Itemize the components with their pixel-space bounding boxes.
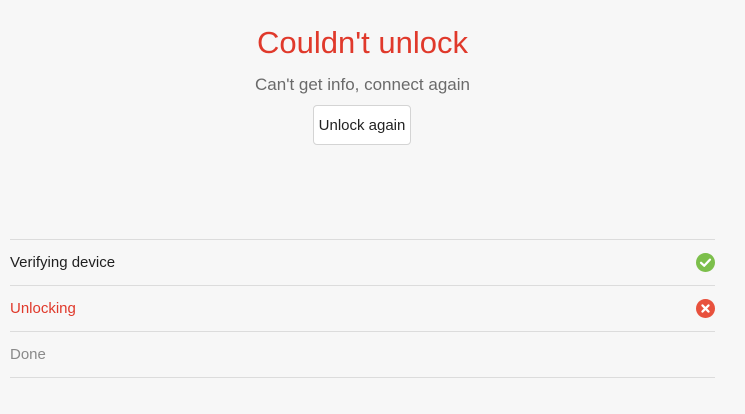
step-unlocking: Unlocking: [10, 286, 715, 332]
error-circle-icon: [696, 299, 715, 318]
step-verifying-device: Verifying device: [10, 240, 715, 286]
unlock-again-button[interactable]: Unlock again: [313, 105, 411, 145]
step-label: Done: [10, 346, 46, 363]
step-label: Verifying device: [10, 254, 116, 271]
step-label: Unlocking: [10, 300, 76, 317]
check-circle-icon: [696, 253, 715, 272]
error-message: Can't get info, connect again: [255, 75, 470, 94]
page-title: Couldn't unlock: [257, 25, 468, 60]
progress-step-list: Verifying device Unlocking Done: [10, 239, 715, 378]
step-done: Done: [10, 332, 715, 378]
